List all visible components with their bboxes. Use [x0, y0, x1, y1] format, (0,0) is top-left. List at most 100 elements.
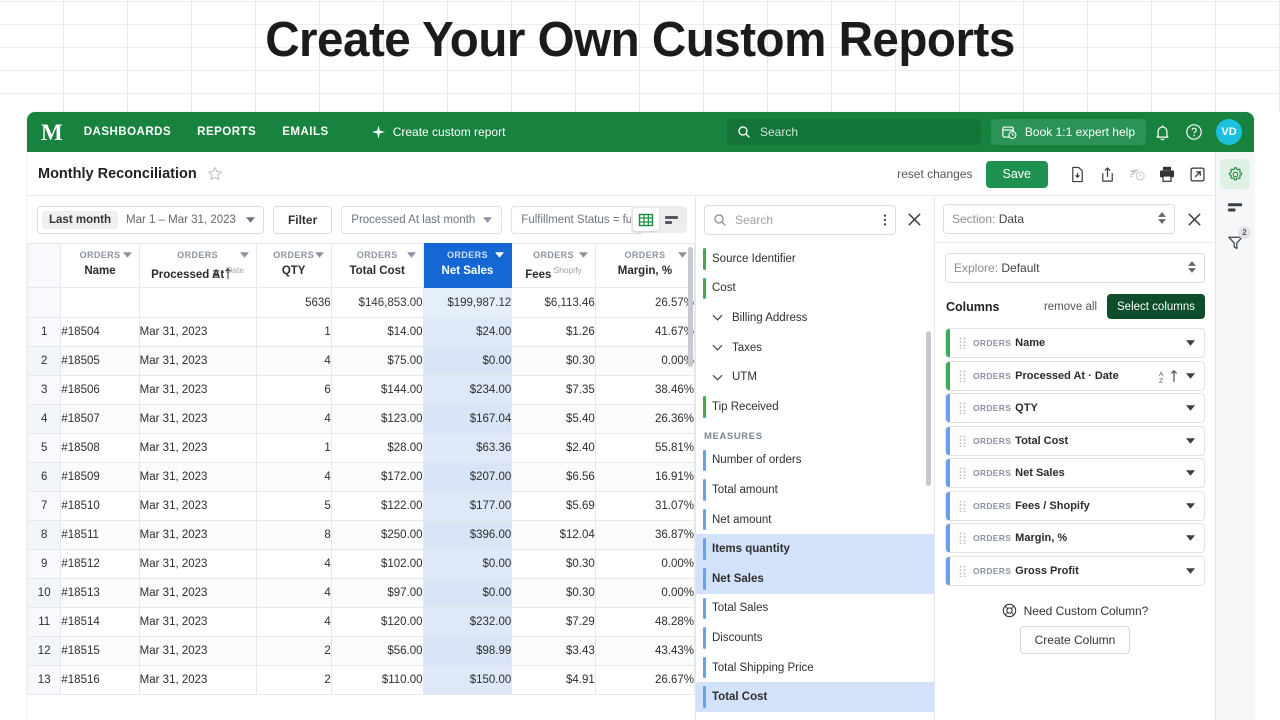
- field-item[interactable]: Source Identifier: [696, 244, 934, 274]
- measure-item[interactable]: Total Shipping Price: [696, 653, 934, 683]
- table-cell: Mar 31, 2023: [139, 463, 256, 492]
- column-sort-indicator[interactable]: [212, 268, 232, 280]
- column-header-net-sales[interactable]: ORDERS Net Sales: [423, 244, 512, 288]
- table-cell: $144.00: [331, 376, 423, 405]
- chevron-down-icon[interactable]: [1186, 470, 1195, 476]
- nav-item-dashboards[interactable]: DASHBOARDS: [84, 126, 171, 138]
- column-header-margin[interactable]: ORDERS Margin, %: [595, 244, 694, 288]
- column-header-qty[interactable]: ORDERS QTY: [256, 244, 331, 288]
- close-settings-panel-button[interactable]: [1181, 206, 1207, 232]
- book-expert-help-button[interactable]: Book 1:1 expert help: [991, 119, 1146, 145]
- measure-item[interactable]: Total amount: [696, 475, 934, 505]
- help-button[interactable]: [1178, 116, 1210, 148]
- drag-handle-icon[interactable]: [959, 467, 966, 479]
- chevron-down-icon[interactable]: [407, 252, 416, 258]
- row-number-cell: 13: [28, 666, 61, 695]
- report-table-wrapper[interactable]: ORDERS Name ORDERS Processed AtDate: [27, 243, 695, 720]
- global-search-input[interactable]: Search: [727, 119, 981, 145]
- create-column-button[interactable]: Create Column: [1020, 626, 1131, 654]
- drag-handle-icon[interactable]: [959, 435, 966, 447]
- column-kind-bar: [946, 394, 950, 422]
- chevron-down-icon[interactable]: [1186, 405, 1195, 411]
- fields-vertical-scrollbar[interactable]: [926, 331, 931, 486]
- field-item[interactable]: Billing Address: [696, 303, 934, 333]
- measure-item[interactable]: Number of orders: [696, 446, 934, 476]
- field-item[interactable]: UTM: [696, 362, 934, 392]
- reset-changes-button[interactable]: reset changes: [897, 167, 972, 181]
- fields-search-input[interactable]: Search: [704, 205, 896, 235]
- date-range-selector[interactable]: Last month Mar 1 – Mar 31, 2023: [37, 206, 264, 234]
- chevron-down-icon[interactable]: [1186, 340, 1195, 346]
- selected-column-item[interactable]: ORDERSName: [945, 328, 1205, 358]
- filter-chip-fulfillment-status[interactable]: Fulfillment Status = fulfilled: [511, 206, 644, 234]
- measure-item[interactable]: Net amount: [696, 505, 934, 535]
- nav-item-emails[interactable]: EMAILS: [282, 126, 328, 138]
- column-sort-indicator[interactable]: AZ: [1159, 369, 1178, 384]
- drag-handle-icon[interactable]: [959, 337, 966, 349]
- chevron-down-icon[interactable]: [1186, 373, 1195, 379]
- section-select[interactable]: Section: Data: [943, 204, 1175, 234]
- field-item[interactable]: Tip Received: [696, 392, 934, 422]
- rail-settings-button[interactable]: [1220, 159, 1250, 189]
- selected-column-item[interactable]: ORDERSQTY: [945, 393, 1205, 423]
- chevron-down-icon[interactable]: [678, 252, 687, 258]
- selected-column-item[interactable]: ORDERSProcessed At · DateAZ: [945, 361, 1205, 391]
- chevron-down-icon[interactable]: [495, 252, 504, 258]
- column-header-fees[interactable]: ORDERS FeesShopify: [512, 244, 596, 288]
- notifications-button[interactable]: [1146, 116, 1178, 148]
- chevron-down-icon[interactable]: [123, 252, 132, 258]
- share-button[interactable]: [1092, 159, 1122, 189]
- chevron-down-icon[interactable]: [579, 252, 588, 258]
- column-header-processed-at[interactable]: ORDERS Processed AtDate: [139, 244, 256, 288]
- open-external-button[interactable]: [1182, 159, 1212, 189]
- view-table-button[interactable]: [633, 208, 659, 231]
- measure-item[interactable]: Total Cost: [696, 682, 934, 712]
- create-custom-report-button[interactable]: Create custom report: [371, 125, 506, 140]
- chevron-down-icon[interactable]: [1186, 438, 1195, 444]
- table-vertical-scrollbar[interactable]: [688, 247, 693, 367]
- selected-column-item[interactable]: ORDERSNet Sales: [945, 458, 1205, 488]
- drag-handle-icon[interactable]: [959, 370, 966, 382]
- measure-item[interactable]: Net Sales: [696, 564, 934, 594]
- user-avatar[interactable]: VD: [1216, 119, 1242, 145]
- fields-list[interactable]: Source IdentifierCostBilling AddressTaxe…: [696, 243, 934, 720]
- favorite-star-button[interactable]: [207, 166, 223, 182]
- kebab-menu-icon[interactable]: [883, 213, 887, 227]
- rail-chart-button[interactable]: [1220, 193, 1250, 223]
- filter-chip-processed-at[interactable]: Processed At last month: [341, 206, 502, 234]
- selected-column-item[interactable]: ORDERSMargin, %: [945, 523, 1205, 553]
- rail-filter-button[interactable]: 2: [1220, 227, 1250, 257]
- nav-item-reports[interactable]: REPORTS: [197, 126, 256, 138]
- chevron-down-icon[interactable]: [315, 252, 324, 258]
- selected-column-item[interactable]: ORDERSGross Profit: [945, 556, 1205, 586]
- remove-all-button[interactable]: remove all: [1044, 301, 1097, 313]
- explore-select[interactable]: Explore: Default: [945, 253, 1205, 283]
- measure-item[interactable]: Items quantity: [696, 534, 934, 564]
- filter-button[interactable]: Filter: [273, 206, 332, 234]
- chevron-down-icon[interactable]: [240, 252, 249, 258]
- save-button[interactable]: Save: [986, 161, 1049, 188]
- select-columns-button[interactable]: Select columns: [1107, 294, 1205, 319]
- download-button[interactable]: [1062, 159, 1092, 189]
- dimension-color-bar: [703, 248, 706, 270]
- column-header-name[interactable]: ORDERS Name: [61, 244, 139, 288]
- field-item[interactable]: Taxes: [696, 333, 934, 363]
- chevron-down-icon[interactable]: [1186, 568, 1195, 574]
- drag-handle-icon[interactable]: [959, 500, 966, 512]
- schedule-send-button[interactable]: [1122, 159, 1152, 189]
- selected-column-item[interactable]: ORDERSFees / Shopify: [945, 491, 1205, 521]
- view-chart-button[interactable]: [659, 208, 685, 231]
- drag-handle-icon[interactable]: [959, 532, 966, 544]
- column-header-total-cost[interactable]: ORDERS Total Cost: [331, 244, 423, 288]
- drag-handle-icon[interactable]: [959, 565, 966, 577]
- selected-column-item[interactable]: ORDERSTotal Cost: [945, 426, 1205, 456]
- chevron-down-icon[interactable]: [1186, 503, 1195, 509]
- app-logo[interactable]: M: [41, 121, 62, 144]
- close-fields-panel-button[interactable]: [902, 208, 926, 232]
- measure-item[interactable]: Discounts: [696, 623, 934, 653]
- print-button[interactable]: [1152, 159, 1182, 189]
- chevron-down-icon[interactable]: [1186, 535, 1195, 541]
- drag-handle-icon[interactable]: [959, 402, 966, 414]
- measure-item[interactable]: Total Sales: [696, 594, 934, 624]
- field-item[interactable]: Cost: [696, 274, 934, 304]
